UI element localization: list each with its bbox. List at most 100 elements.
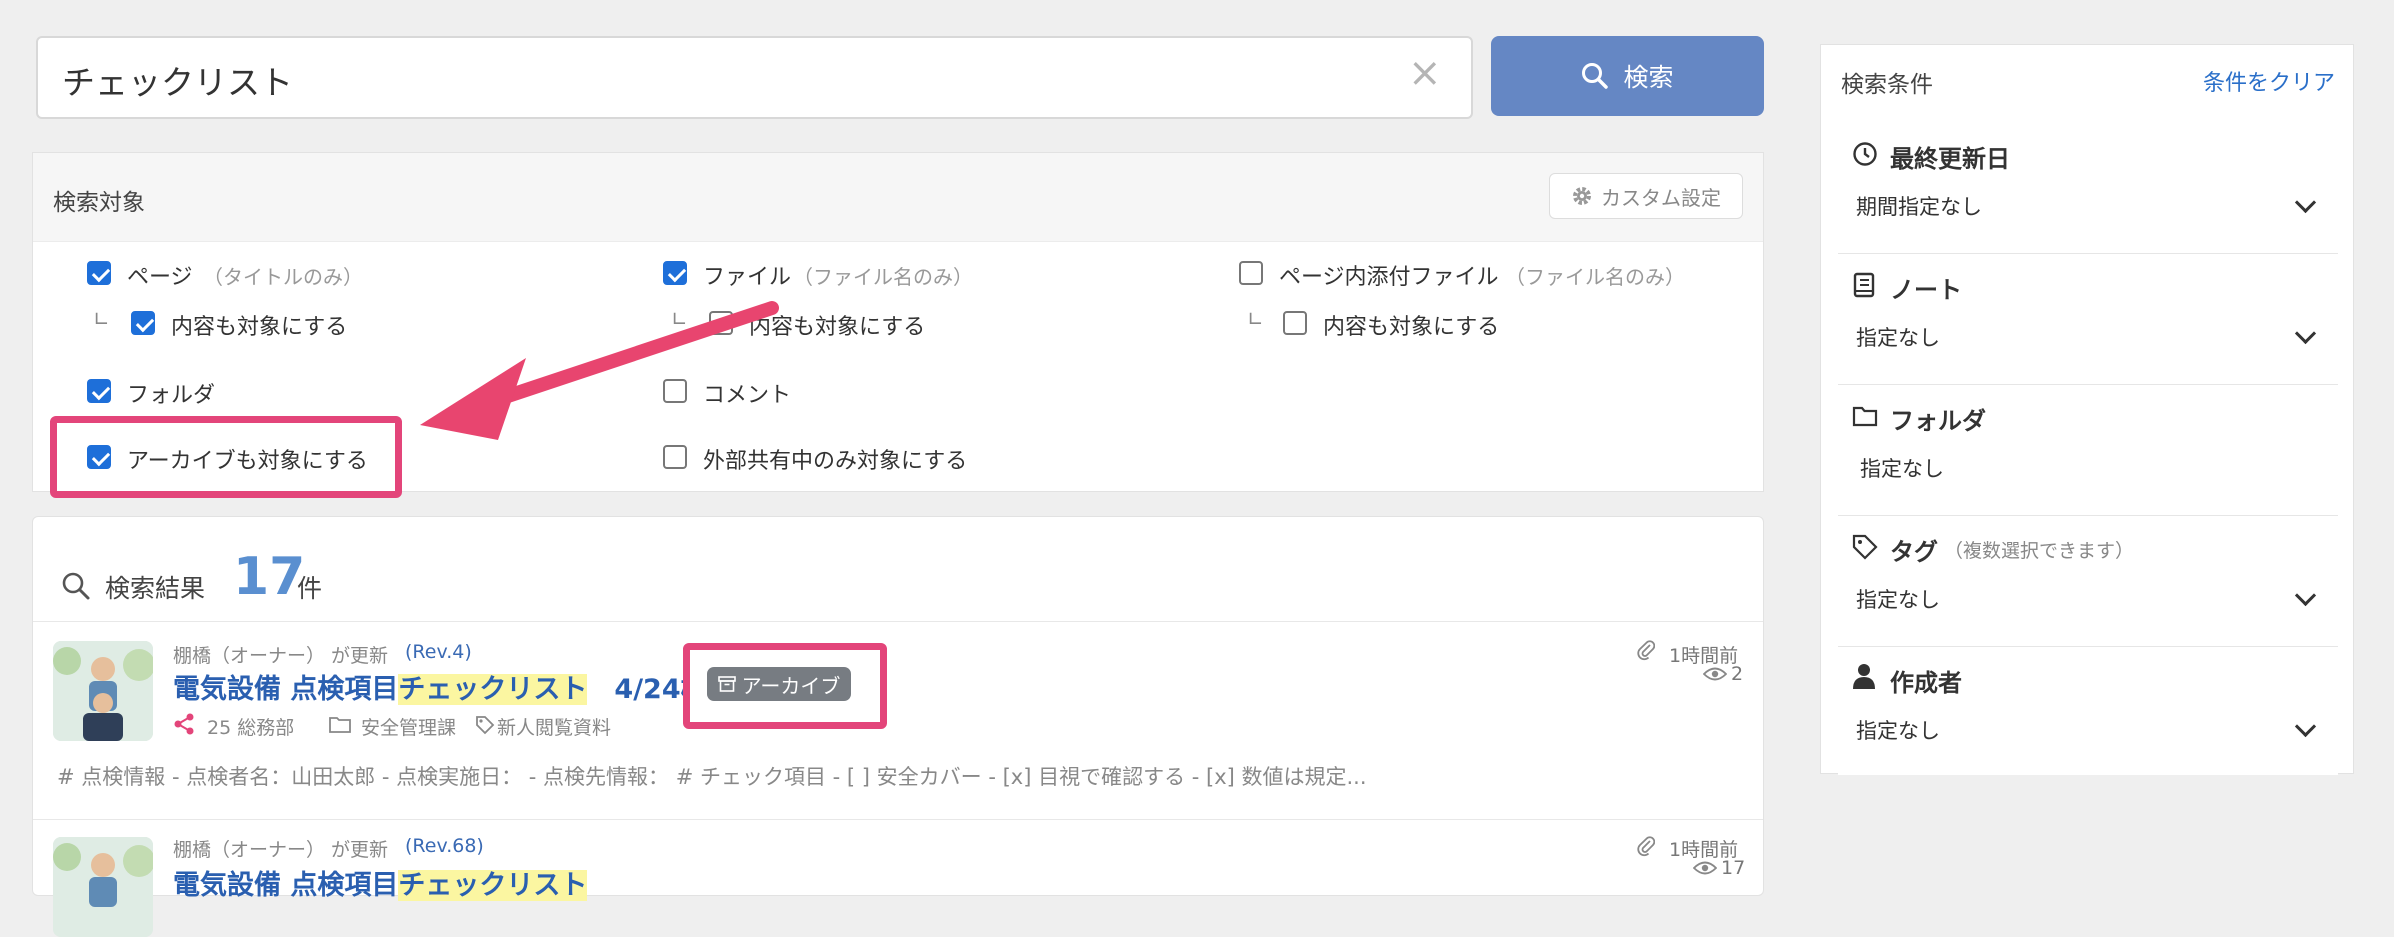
result-author: 棚橋（オーナー） が更新 — [173, 839, 389, 861]
search-icon — [62, 572, 90, 600]
share-icon — [174, 713, 194, 735]
folder-icon — [329, 717, 351, 733]
option-page-note: （タイトルのみ） — [203, 265, 363, 289]
result-item[interactable]: 棚橋（オーナー） が更新 (Rev.68) 電気設備 点検項目チェックリスト 1… — [33, 819, 1763, 937]
results-unit: 件 — [297, 574, 323, 603]
result-updated-time: 1時間前 — [1669, 645, 1739, 667]
search-results-panel: 検索結果 17 件 棚橋（オーナー） が更新 (Rev.4) 電気設備 点検項目… — [32, 516, 1764, 937]
result-thumbnail — [53, 641, 153, 741]
search-input[interactable]: チェックリスト × — [36, 36, 1473, 119]
result-title-highlight: チェックリスト — [398, 870, 588, 901]
chevron-down-icon — [2294, 322, 2317, 345]
result-title-prefix: 電気設備 点検項目 — [173, 674, 399, 705]
result-revision: (Rev.4) — [405, 641, 472, 663]
archive-badge-label: アーカイブ — [741, 673, 841, 698]
last-updated-select[interactable]: 期間指定なし — [1838, 179, 2338, 239]
conditions-title: 検索条件 — [1841, 72, 1933, 98]
checkbox-page-attachment[interactable] — [1239, 261, 1263, 285]
result-title[interactable]: 電気設備 点検項目チェックリスト 4/24榊原 — [173, 667, 735, 706]
archive-box-icon — [717, 676, 736, 692]
condition-tag: タグ （複数選択できます） 指定なし — [1838, 516, 2338, 646]
tag-icon — [1852, 534, 1878, 560]
annotation-arrow — [420, 301, 779, 440]
search-button-label: 検索 — [1623, 63, 1674, 92]
tag-icon — [476, 716, 495, 735]
folder-icon — [1852, 406, 1878, 427]
option-page-content-label: 内容も対象にする — [171, 315, 348, 340]
condition-last-updated: 最終更新日 期間指定なし — [1838, 123, 2338, 253]
result-title[interactable]: 電気設備 点検項目チェックリスト — [173, 863, 588, 902]
attachment-icon — [1637, 836, 1655, 857]
option-page-attachment-note: （ファイル名のみ） — [1505, 265, 1685, 289]
result-item[interactable]: 棚橋（オーナー） が更新 (Rev.4) 電気設備 点検項目チェックリスト 4/… — [33, 621, 1763, 819]
result-title-highlight: チェックリスト — [398, 674, 588, 705]
condition-value: 期間指定なし — [1856, 195, 1982, 219]
option-attachment-content-label: 内容も対象にする — [1323, 315, 1500, 340]
eye-icon — [1693, 861, 1717, 875]
conditions-list: 最終更新日 期間指定なし ノート 指定なし フォルダ 指定なし タグ （複数選択… — [1838, 123, 2338, 775]
search-conditions-panel: 検索条件 条件をクリア 最終更新日 期間指定なし ノート 指定なし フォルダ 指… — [1820, 44, 2354, 775]
condition-value: 指定なし — [1856, 588, 1940, 612]
folder-select[interactable]: 指定なし — [1838, 441, 2338, 501]
condition-value: 指定なし — [1856, 326, 1940, 350]
notebook-icon — [1853, 272, 1875, 298]
search-query-text: チェックリスト — [62, 63, 293, 102]
checkbox-folder[interactable] — [87, 379, 111, 403]
checkbox-page-content[interactable] — [131, 311, 155, 335]
result-folder: 安全管理課 — [361, 717, 457, 739]
creator-select[interactable]: 指定なし — [1838, 703, 2338, 763]
results-count: 17 — [233, 547, 306, 607]
note-select[interactable]: 指定なし — [1838, 310, 2338, 370]
condition-title: タグ — [1890, 538, 1938, 566]
clock-icon — [1853, 142, 1877, 166]
custom-settings-label: カスタム設定 — [1601, 185, 1721, 210]
archive-option-highlight — [50, 416, 402, 498]
result-author: 棚橋（オーナー） が更新 — [173, 645, 389, 667]
condition-title: 作成者 — [1890, 669, 1962, 697]
condition-title: 最終更新日 — [1890, 145, 2010, 173]
chevron-down-icon — [2294, 715, 2317, 738]
result-view-count: 17 — [1721, 857, 1746, 879]
tag-select[interactable]: 指定なし — [1838, 572, 2338, 632]
search-target-header: 検索対象 カスタム設定 — [33, 153, 1763, 242]
condition-folder: フォルダ 指定なし — [1838, 385, 2338, 515]
result-tag[interactable]: 新人閲覧資料 — [497, 713, 611, 740]
search-target-title: 検索対象 — [53, 190, 145, 216]
condition-creator: 作成者 指定なし — [1838, 647, 2338, 775]
result-snippet: # 点検情報 - 点検者名：山田太郎 - 点検実施日： - 点検先情報： # チ… — [57, 765, 1367, 789]
person-icon — [1853, 664, 1875, 689]
checkbox-page[interactable] — [87, 261, 111, 285]
checkbox-attachment-content[interactable] — [1283, 311, 1307, 335]
result-thumbnail — [53, 837, 153, 937]
checkbox-file[interactable] — [663, 261, 687, 285]
results-label: 検索結果 — [105, 574, 206, 603]
clear-conditions-link[interactable]: 条件をクリア — [2203, 65, 2335, 97]
eye-icon — [1703, 667, 1727, 681]
attachment-icon — [1637, 640, 1655, 661]
condition-value: 指定なし — [1860, 457, 1944, 481]
search-icon — [1582, 63, 1609, 89]
condition-note: ノート 指定なし — [1838, 254, 2338, 384]
custom-settings-button[interactable]: カスタム設定 — [1549, 173, 1743, 219]
option-file-note: （ファイル名のみ） — [793, 265, 973, 289]
option-page-label: ページ — [127, 265, 193, 290]
chevron-down-icon — [2294, 584, 2317, 607]
option-folder-label: フォルダ — [127, 383, 216, 408]
indent-elbow: ∟ — [1247, 307, 1264, 331]
clear-search-icon[interactable]: × — [1408, 50, 1442, 96]
chevron-down-icon — [2294, 191, 2317, 214]
condition-title: フォルダ — [1890, 407, 1986, 435]
option-page-attachment-label: ページ内添付ファイル — [1279, 265, 1499, 290]
condition-value: 指定なし — [1856, 719, 1940, 743]
archive-badge: アーカイブ — [707, 667, 851, 701]
result-revision: (Rev.68) — [405, 835, 484, 857]
archive-badge-highlight: アーカイブ — [683, 643, 887, 729]
condition-title: ノート — [1890, 276, 1962, 304]
result-title-prefix: 電気設備 点検項目 — [173, 870, 399, 901]
search-button[interactable]: 検索 — [1491, 36, 1764, 116]
result-view-count: 2 — [1731, 663, 1744, 685]
option-file-label: ファイル — [703, 265, 792, 290]
gear-icon — [1573, 187, 1591, 205]
indent-elbow: ∟ — [93, 307, 110, 331]
condition-note: （複数選択できます） — [1944, 540, 2135, 562]
